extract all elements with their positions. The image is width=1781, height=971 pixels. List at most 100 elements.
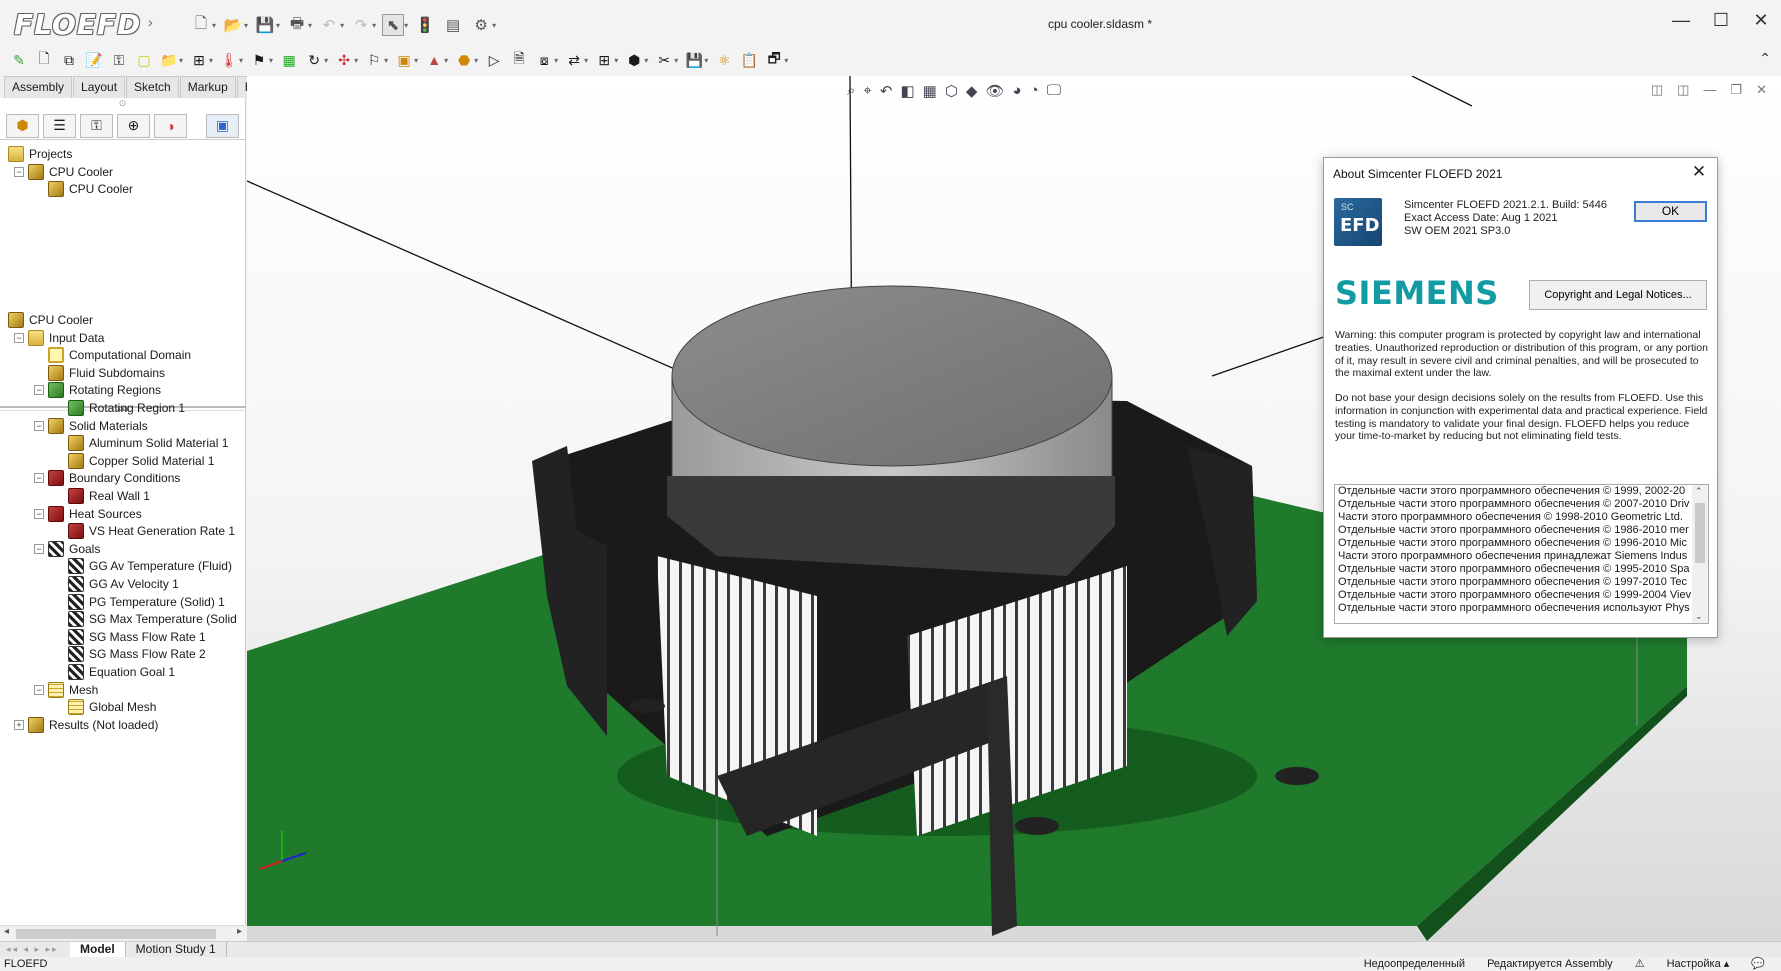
cut-plot-icon[interactable]: ▣ (395, 51, 413, 69)
status-custom-menu[interactable]: Настройка ▴ (1667, 957, 1730, 971)
view-settings-icon[interactable]: 🖵 (1047, 82, 1061, 100)
viewport-minimize-icon[interactable]: — (1703, 82, 1716, 98)
mesh-icon[interactable]: ▦ (280, 51, 298, 69)
dropdown-arrow-icon[interactable]: ▾ (474, 56, 478, 65)
maximize-icon[interactable]: ☐ (1701, 10, 1741, 31)
tab-layout[interactable]: Layout (73, 76, 126, 98)
tab-sketch[interactable]: Sketch (126, 76, 179, 98)
pane-left-icon[interactable]: ◫ (1651, 82, 1663, 98)
property-manager-tab-icon[interactable]: ☰ (43, 113, 76, 138)
materials-icon[interactable]: ⬣ (455, 51, 473, 69)
boundary-condition-icon[interactable]: ⊞ (190, 51, 208, 69)
dropdown-arrow-icon[interactable]: ▾ (674, 56, 678, 65)
collapse-icon[interactable]: − (14, 332, 24, 343)
apply-scene-icon[interactable]: ◔ (1030, 82, 1039, 100)
dropdown-arrow-icon[interactable]: ▾ (324, 56, 328, 65)
rebuild-status-icon[interactable]: ⚠ (1635, 957, 1645, 971)
collapse-icon[interactable]: − (34, 543, 44, 554)
edit-appearance-icon[interactable]: ◕ (1013, 82, 1022, 100)
solver-icon[interactable]: 🗎 (510, 50, 528, 69)
horizontal-scrollbar[interactable]: ◂ ▸ (0, 925, 246, 941)
dropdown-arrow-icon[interactable]: ▾ (354, 56, 358, 65)
minimize-icon[interactable]: — (1661, 10, 1701, 31)
bottom-tab-motion-study-1[interactable]: Motion Study 1 (126, 941, 227, 958)
tab-markup[interactable]: Markup (179, 76, 236, 98)
computational-domain-icon[interactable]: ▢ (135, 51, 153, 69)
dropdown-arrow-icon[interactable]: ▾ (179, 56, 183, 65)
run-icon[interactable]: ▷ (485, 51, 503, 69)
zoom-to-fit-icon[interactable]: ⌕ (847, 82, 855, 100)
dropdown-arrow-icon[interactable]: ▾ (209, 56, 213, 65)
dropdown-arrow-icon[interactable]: ▾ (704, 56, 708, 65)
transfer-icon[interactable]: ⇄ (565, 51, 583, 69)
tools-icon[interactable]: ✂ (655, 51, 673, 69)
status-help-icon[interactable]: 💬 (1751, 957, 1765, 971)
dropdown-arrow-icon[interactable]: ▾ (584, 56, 588, 65)
tab-scroll-arrows-icon[interactable]: ◂◂ ◂ ▸ ▸▸ (0, 944, 70, 955)
dropdown-arrow-icon[interactable]: ▾ (269, 56, 273, 65)
configuration-manager-tab-icon[interactable]: ⚿ (80, 113, 113, 138)
check-geometry-icon[interactable]: ⬢ (625, 51, 643, 69)
calculator-icon[interactable]: ⚛ (715, 51, 733, 69)
hide-show-icon[interactable]: 👁 (985, 82, 1004, 100)
heat-source-icon[interactable]: 🌡 (220, 51, 238, 69)
dropdown-arrow-icon[interactable]: ▾ (384, 56, 388, 65)
collapse-icon[interactable]: − (34, 420, 44, 431)
collapse-icon[interactable]: − (14, 166, 24, 177)
new-project-icon[interactable]: 🗋 (35, 50, 53, 69)
tree-item[interactable]: + Results (Not loaded) (14, 715, 158, 735)
bottom-tab-model[interactable]: Model (70, 941, 126, 958)
monitor-icon[interactable]: ⧇ (535, 51, 553, 69)
feature-tree-tab-icon[interactable]: ⬢ (6, 113, 39, 138)
collapse-ribbon-icon[interactable]: ⌃ (1759, 50, 1771, 67)
collapse-icon[interactable]: − (34, 508, 44, 519)
dimxpert-tab-icon[interactable]: ⊕ (117, 113, 150, 138)
dropdown-arrow-icon[interactable]: ▾ (614, 56, 618, 65)
panel-grip[interactable]: ⊙ (0, 98, 245, 112)
dropdown-arrow-icon[interactable]: ▾ (554, 56, 558, 65)
notices-scrollbar[interactable]: ⌃ ⌄ (1692, 485, 1708, 623)
scroll-thumb[interactable] (16, 929, 216, 939)
surface-plot-icon[interactable]: ▲ (425, 51, 443, 69)
previous-view-icon[interactable]: ↶ (880, 82, 893, 100)
clone-project-icon[interactable]: ⧉ (60, 51, 78, 69)
goals-icon[interactable]: ⚑ (250, 51, 268, 69)
fluid-subdomain-icon[interactable]: 📁 (160, 51, 178, 69)
wizard-icon[interactable]: ✎ (10, 51, 28, 69)
tab-assembly[interactable]: Assembly (4, 76, 73, 98)
expand-icon[interactable]: + (14, 719, 24, 730)
collapse-icon[interactable]: − (34, 684, 44, 695)
scroll-down-icon[interactable]: ⌄ (1695, 611, 1703, 622)
pane-right-icon[interactable]: ◫ (1677, 82, 1689, 98)
fan-icon[interactable]: ✣ (335, 51, 353, 69)
flow-analysis-tab-icon[interactable]: ▣ (206, 113, 239, 138)
export-icon[interactable]: 🗗 (765, 50, 783, 69)
view-orientation-icon[interactable]: ⬡ (945, 82, 958, 100)
collapse-icon[interactable]: − (34, 385, 44, 396)
ok-button[interactable]: OK (1634, 201, 1707, 222)
close-icon[interactable]: ✕ (1741, 10, 1781, 31)
copyright-notices-button[interactable]: Copyright and Legal Notices... (1529, 280, 1707, 310)
collapse-icon[interactable]: − (34, 473, 44, 484)
scroll-left-icon[interactable]: ◂ (4, 926, 9, 937)
tree-item[interactable]: CPU Cooler (48, 179, 133, 199)
display-style-icon[interactable]: ◆ (966, 82, 978, 100)
viewport-restore-icon[interactable]: ❐ (1730, 82, 1742, 98)
notices-list[interactable]: Отдельные части этого программного обесп… (1334, 484, 1709, 624)
dropdown-arrow-icon[interactable]: ▾ (644, 56, 648, 65)
zoom-area-icon[interactable]: ⌖ (863, 82, 871, 100)
dropdown-arrow-icon[interactable]: ▾ (239, 56, 243, 65)
save-results-icon[interactable]: 💾 (685, 51, 703, 69)
dropdown-arrow-icon[interactable]: ▾ (444, 56, 448, 65)
dropdown-arrow-icon[interactable]: ▾ (784, 56, 788, 65)
grid-icon[interactable]: ⊞ (595, 51, 613, 69)
display-manager-tab-icon[interactable]: ◑ (154, 113, 187, 138)
scroll-up-icon[interactable]: ⌃ (1695, 486, 1703, 497)
report-icon[interactable]: 📋 (740, 51, 758, 69)
viewport-close-icon[interactable]: ✕ (1756, 82, 1767, 98)
scroll-right-icon[interactable]: ▸ (237, 926, 242, 937)
dynamic-annotation-icon[interactable]: ▦ (923, 82, 937, 100)
dropdown-arrow-icon[interactable]: ▾ (414, 56, 418, 65)
component-control-icon[interactable]: ⚿ (110, 51, 128, 69)
flags-icon[interactable]: ⚐ (365, 51, 383, 69)
